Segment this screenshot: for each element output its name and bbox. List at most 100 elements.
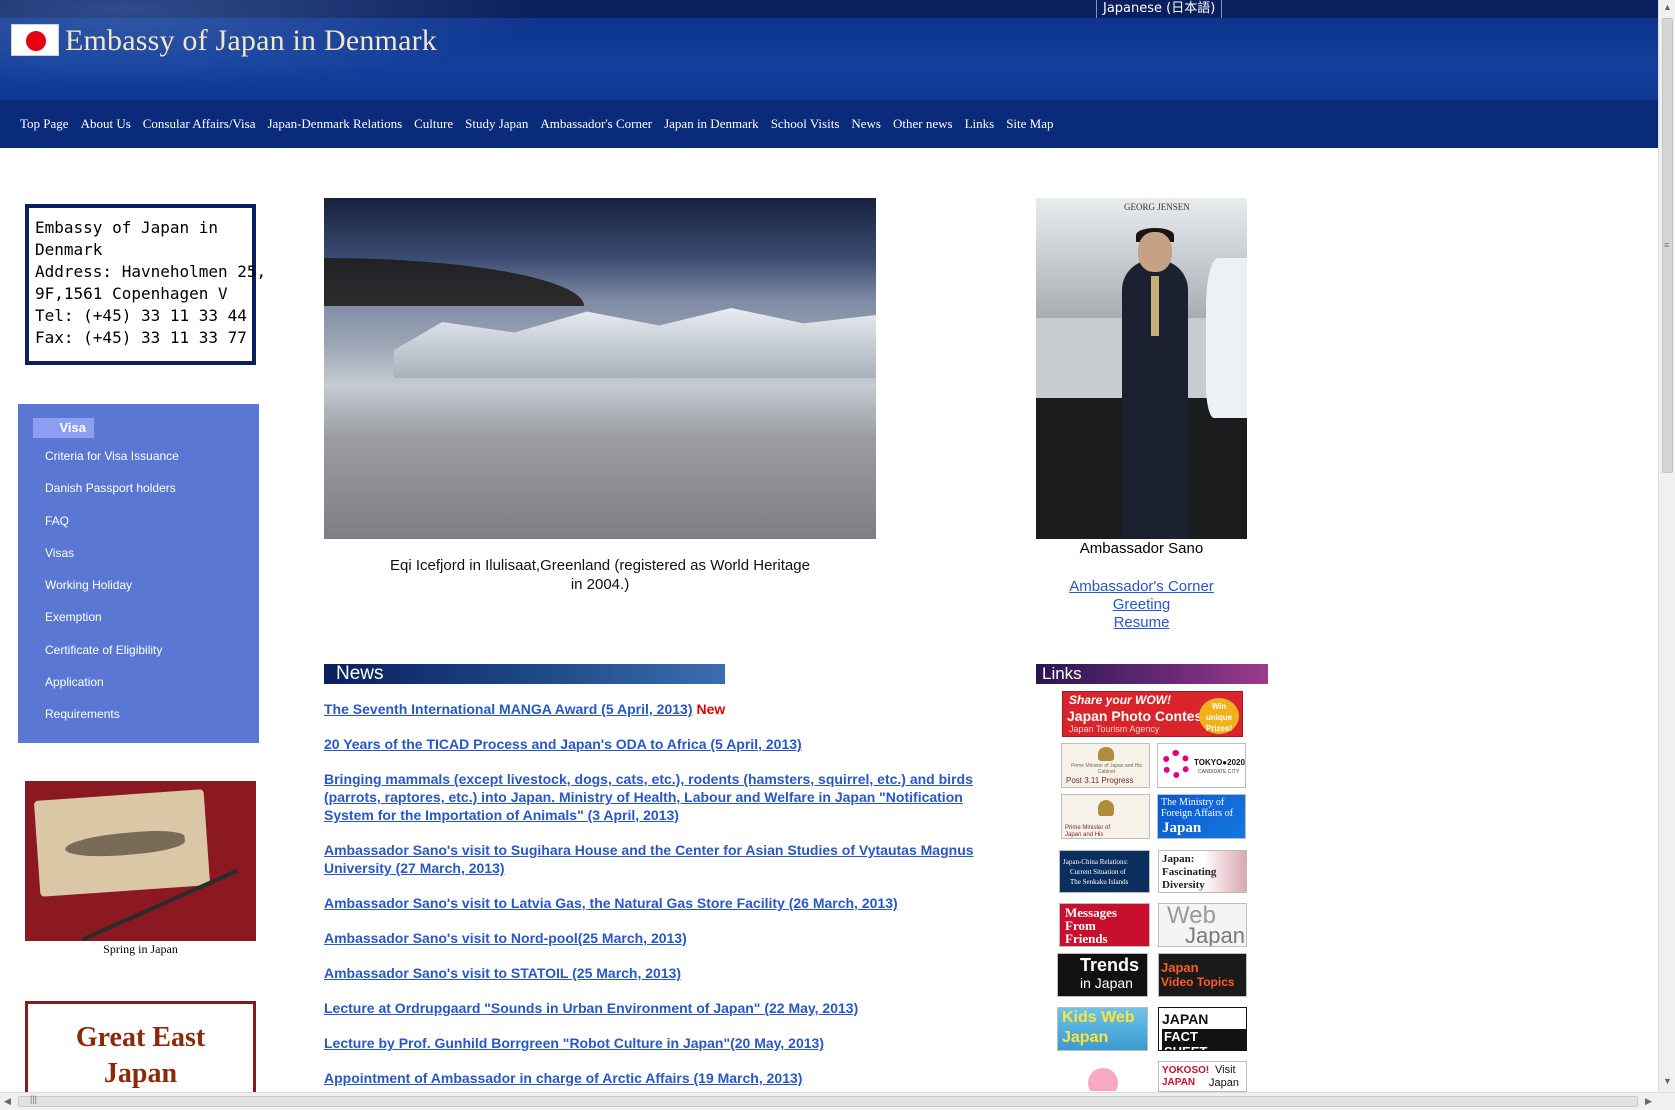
news-link[interactable]: Lecture by Prof. Gunhild Borrgreen "Robo… (324, 1035, 824, 1051)
georg-jensen-sign: GEORG JENSEN (1124, 202, 1190, 212)
visa-menu-item[interactable]: FAQ (45, 513, 179, 545)
address-line: 9F,1561 Copenhagen V (35, 284, 228, 303)
post-311-progress-banner[interactable]: Prime Minister of Japan and His Cabinet … (1061, 743, 1150, 788)
fascinating-diversity-banner[interactable]: Japan: Fascinating Diversity (1158, 850, 1247, 893)
photo-contest-agency: Japan Tourism Agency (1069, 724, 1160, 734)
nav-site-map[interactable]: Site Map (1006, 116, 1053, 132)
visa-menu-item[interactable]: Danish Passport holders (45, 480, 179, 512)
scroll-right-arrow-icon[interactable]: ▶ (1645, 1096, 1652, 1107)
web-japan-banner[interactable]: Web Japan (1158, 903, 1247, 947)
nav-japan-denmark-relations[interactable]: Japan-Denmark Relations (267, 116, 402, 132)
nav-consular-affairs[interactable]: Consular Affairs/Visa (143, 116, 256, 132)
news-link[interactable]: Bringing mammals (except livestock, dogs… (324, 771, 973, 823)
news-link[interactable]: 20 Years of the TICAD Process and Japan'… (324, 736, 802, 752)
trends-in-japan-banner[interactable]: Trends in Japan (1057, 953, 1148, 997)
mofa-line3: Japan (1162, 820, 1202, 836)
scroll-up-arrow-icon[interactable]: ▲ (1663, 2, 1672, 12)
visa-menu-item[interactable]: Requirements (45, 706, 179, 738)
kidsweb-line2: Japan (1062, 1029, 1109, 1046)
news-link[interactable]: Lecture at Ordrupgaard "Sounds in Urban … (324, 1000, 858, 1016)
nav-study-japan[interactable]: Study Japan (465, 116, 528, 132)
senkaku-line2: Current Situation of (1070, 868, 1126, 876)
resume-link[interactable]: Resume (1036, 614, 1247, 632)
senkaku-islands-banner[interactable]: Japan-China Relations: Current Situation… (1059, 850, 1150, 893)
scroll-down-arrow-icon[interactable]: ▼ (1663, 1076, 1672, 1086)
mofa-line2: Foreign Affairs of (1161, 808, 1234, 819)
post311-seal-icon (1098, 747, 1114, 761)
visa-menu-item[interactable]: Application (45, 674, 179, 706)
nav-about-us[interactable]: About Us (81, 116, 131, 132)
greeting-link[interactable]: Greeting (1036, 596, 1247, 614)
photo-contest-tagline: Share your WOW! (1069, 693, 1172, 707)
japan-fact-sheet-banner[interactable]: JAPAN FACT SHEET (1158, 1007, 1247, 1051)
photo-contest-prize-badge: Win unique Prizes! (1199, 698, 1239, 734)
visa-menu-item[interactable]: Criteria for Visa Issuance (45, 448, 179, 480)
trends-line1: Trends (1080, 955, 1140, 975)
japan-video-topics-banner[interactable]: Japan Video Topics (1158, 953, 1247, 997)
nav-other-news[interactable]: Other news (893, 116, 953, 132)
horizontal-scroll-thumb[interactable] (18, 1096, 1638, 1107)
visa-menu-item[interactable]: Exemption (45, 609, 179, 641)
visa-menu-item[interactable]: Visas (45, 545, 179, 577)
nav-ambassadors-corner[interactable]: Ambassador's Corner (540, 116, 652, 132)
news-link[interactable]: Ambassador Sano's visit to STATOIL (25 M… (324, 965, 681, 981)
site-title[interactable]: Embassy of Japan in Denmark (65, 24, 437, 58)
tokyo2020-title: TOKYO●2020 (1194, 758, 1245, 767)
tokyo-2020-banner[interactable]: TOKYO●2020 CANDIDATE CITY (1157, 743, 1246, 788)
nav-top-page[interactable]: Top Page (20, 116, 69, 132)
prime-minister-cabinet-banner[interactable]: Prime Minister of Japan and His Cabinet (1061, 794, 1150, 839)
photo-contest-title: Japan Photo Contest (1067, 708, 1208, 724)
address-line: Denmark (35, 240, 103, 259)
senkaku-line1: Japan-China Relations: (1063, 858, 1129, 866)
news-link[interactable]: Appointment of Ambassador in charge of A… (324, 1070, 802, 1086)
news-item: Lecture at Ordrupgaard "Sounds in Urban … (324, 999, 1004, 1017)
visa-side-menu: Visa Criteria for Visa Issuance Danish P… (18, 404, 259, 743)
visa-menu-item[interactable]: Working Holiday (45, 577, 179, 609)
visa-menu-heading[interactable]: Visa (33, 418, 94, 438)
address-line: Embassy of Japan in (35, 218, 219, 237)
mofa-japan-banner[interactable]: The Ministry of Foreign Affairs of Japan (1157, 794, 1246, 839)
pm-seal-icon (1098, 800, 1114, 816)
factsheet-line1: JAPAN (1162, 1011, 1209, 1027)
news-list: The Seventh International MANGA Award (5… (324, 700, 1004, 1104)
ambassador-photo: GEORG JENSEN (1036, 198, 1247, 539)
vertical-scrollbar[interactable]: ▲ ≡ ▼ (1658, 0, 1675, 1092)
japan-photo-contest-banner[interactable]: Share your WOW! Japan Photo Contest Japa… (1062, 691, 1243, 737)
news-item: Appointment of Ambassador in charge of A… (324, 1069, 1004, 1087)
messages-from-friends-banner[interactable]: Messages From Friends (1059, 903, 1150, 947)
nav-culture[interactable]: Culture (414, 116, 453, 132)
nav-japan-in-denmark[interactable]: Japan in Denmark (664, 116, 759, 132)
messages-line3: Friends (1065, 931, 1108, 946)
news-link[interactable]: Ambassador Sano's visit to Sugihara Hous… (324, 842, 974, 876)
sakura-banner[interactable] (1057, 1061, 1148, 1092)
great-east-japan-banner[interactable]: Great East Japan (25, 1001, 256, 1092)
ambassador-name: Ambassador Sano (1079, 540, 1204, 557)
nav-links[interactable]: Links (965, 116, 995, 132)
site-header: Japanese (日本語) Embassy of Japan in Denma… (0, 0, 1658, 148)
icefjord-caption: Eqi Icefjord in Ilulisaat,Greenland (reg… (324, 556, 876, 594)
news-item: 20 Years of the TICAD Process and Japan'… (324, 735, 1004, 753)
nav-school-visits[interactable]: School Visits (771, 116, 840, 132)
icefjord-photo (324, 198, 876, 539)
japanese-language-link[interactable]: Japanese (日本語) (1096, 0, 1223, 18)
videotopics-line1: Japan (1161, 960, 1199, 975)
news-item: Bringing mammals (except livestock, dogs… (324, 770, 1004, 824)
tokyo2020-wreath-icon (1162, 750, 1190, 778)
address-line: Fax: (+45) 33 11 33 77 (35, 328, 247, 347)
address-line: Address: Havneholmen 25, (35, 262, 267, 281)
spring-in-japan-image[interactable] (25, 781, 256, 941)
icefjord-caption-line2: in 2004.) (570, 576, 630, 593)
scroll-left-arrow-icon[interactable]: ◀ (4, 1096, 11, 1107)
news-link[interactable]: The Seventh International MANGA Award (5… (324, 701, 692, 717)
icefjord-caption-line1: Eqi Icefjord in Ilulisaat,Greenland (reg… (390, 557, 810, 574)
visa-menu-item[interactable]: Certificate of Eligibility (45, 642, 179, 674)
news-link[interactable]: Ambassador Sano's visit to Nord-pool(25 … (324, 930, 687, 946)
ambassadors-corner-link[interactable]: Ambassador's Corner (1036, 578, 1247, 596)
kids-web-japan-banner[interactable]: Kids Web Japan (1057, 1007, 1148, 1051)
vertical-grip-icon: ≡ (1664, 240, 1670, 250)
yokoso-line2: JAPAN (1162, 1077, 1196, 1088)
news-link[interactable]: Ambassador Sano's visit to Latvia Gas, t… (324, 895, 898, 911)
horizontal-scrollbar[interactable]: ◀ ||| ▶ (0, 1092, 1675, 1110)
nav-news[interactable]: News (851, 116, 881, 132)
visit-japan-yokoso-banner[interactable]: YOKOSO! JAPAN Visit Japan (1158, 1061, 1247, 1092)
